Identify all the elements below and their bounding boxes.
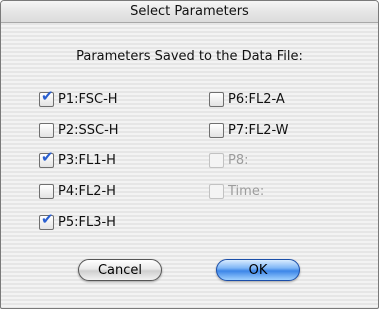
checkbox-p6[interactable]: P6:FL2-A [209, 90, 285, 108]
title-bar[interactable]: Select Parameters [1, 1, 378, 23]
checkbox-p8: P8: [209, 151, 249, 169]
checkbox-p3[interactable]: ✔ P3:FL1-H [39, 147, 116, 169]
checkbox-label-p5: P5:FL3-H [58, 214, 116, 230]
select-parameters-dialog: Select Parameters Parameters Saved to th… [0, 0, 379, 309]
checkbox-box [209, 183, 224, 199]
checkbox-label-p6: P6:FL2-A [228, 91, 285, 107]
checkmark-icon: ✔ [41, 147, 54, 166]
checkbox-p1[interactable]: ✔ P1:FSC-H [39, 86, 118, 108]
checkmark-icon: ✔ [41, 209, 54, 228]
checkbox-label-p3: P3:FL1-H [58, 152, 116, 168]
checkbox-p5[interactable]: ✔ P5:FL3-H [39, 209, 116, 231]
checkbox-p7[interactable]: P7:FL2-W [209, 121, 289, 139]
parameters-heading: Parameters Saved to the Data File: [76, 49, 303, 64]
checkbox-label-p8: P8: [228, 152, 249, 168]
checkbox-box [209, 152, 224, 168]
checkbox-label-time: Time: [228, 183, 265, 199]
checkbox-time: Time: [209, 182, 264, 200]
checkbox-box[interactable]: ✔ [39, 147, 54, 168]
checkbox-label-p7: P7:FL2-W [228, 122, 289, 138]
checkbox-label-p1: P1:FSC-H [58, 91, 118, 107]
checkbox-label-p4: P4:FL2-H [58, 183, 116, 199]
checkbox-box[interactable] [39, 183, 54, 199]
cancel-button-label: Cancel [97, 262, 143, 278]
checkbox-box[interactable]: ✔ [39, 209, 54, 230]
checkbox-p4[interactable]: P4:FL2-H [39, 182, 116, 200]
ok-button-label: OK [248, 262, 268, 278]
checkbox-box[interactable] [209, 91, 224, 107]
checkmark-icon: ✔ [41, 86, 54, 105]
checkbox-box[interactable]: ✔ [39, 86, 54, 107]
checkbox-box[interactable] [39, 122, 54, 138]
cancel-button[interactable]: Cancel [78, 259, 162, 281]
checkbox-p2[interactable]: P2:SSC-H [39, 121, 119, 139]
checkbox-label-p2: P2:SSC-H [58, 122, 119, 138]
checkbox-box[interactable] [209, 122, 224, 138]
ok-button[interactable]: OK [216, 259, 300, 281]
dialog-title: Select Parameters [130, 4, 249, 19]
